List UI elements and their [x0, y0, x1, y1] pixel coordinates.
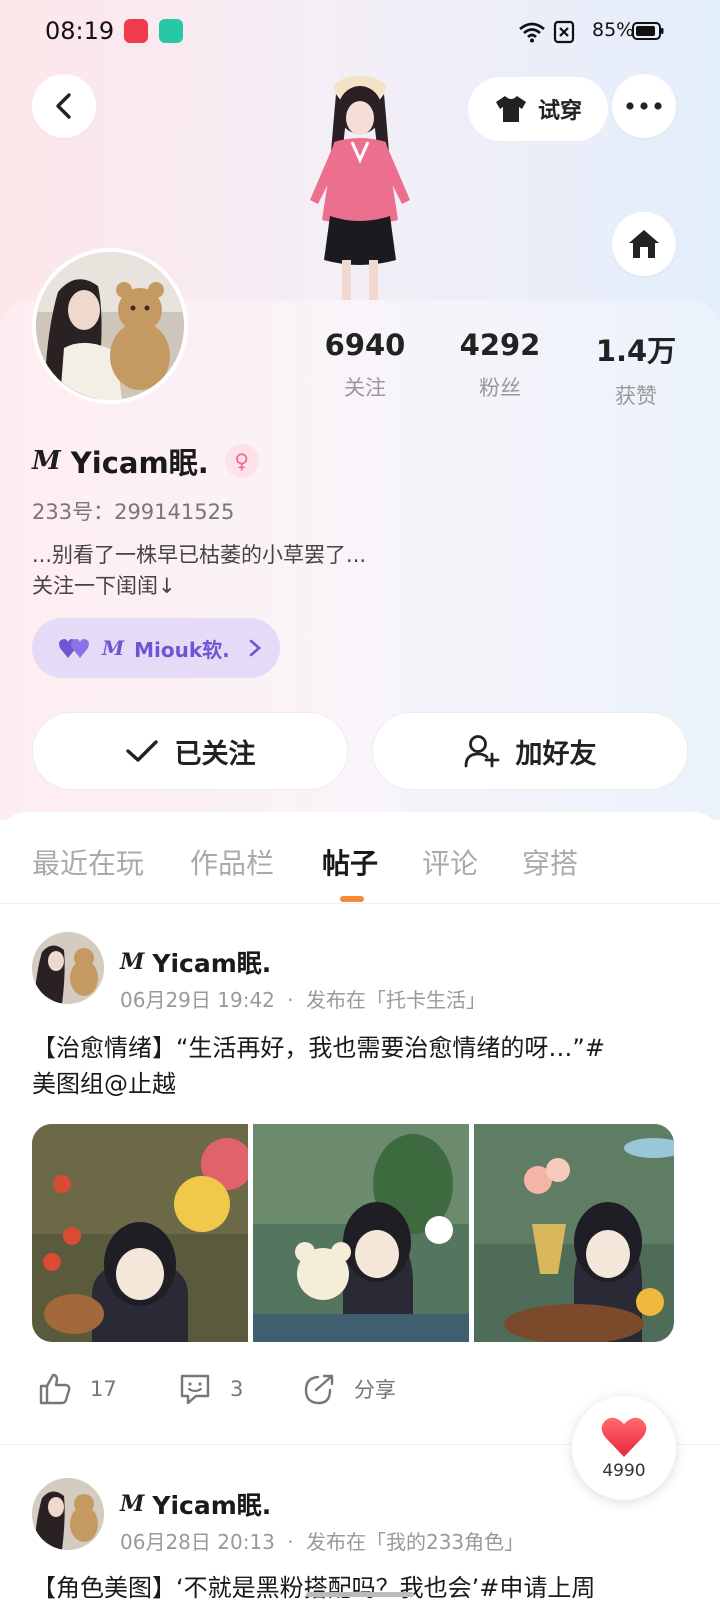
try-on-button[interactable]: 试穿	[468, 77, 608, 141]
post-author-name: Yicam眠.	[152, 949, 272, 978]
home-indicator-bar	[306, 1592, 414, 1597]
battery-icon	[632, 22, 664, 40]
comment-bubble-icon	[180, 1374, 210, 1405]
cp-script-prefix: M	[102, 636, 125, 660]
status-bar: 08:19 85%	[0, 0, 720, 64]
post-time: 06月28日 20:13	[120, 1530, 275, 1554]
add-user-icon	[464, 735, 499, 768]
battery-percent: 85%	[592, 19, 635, 41]
wifi-icon	[519, 22, 545, 43]
stat-fans[interactable]: 4292 粉丝	[440, 328, 560, 402]
profile-tabs: 最近在玩 作品栏 帖子 评论 穿搭	[0, 812, 720, 904]
sim-off-icon	[553, 20, 575, 44]
tab-works[interactable]: 作品栏	[190, 842, 274, 882]
tab-active-indicator	[340, 896, 364, 902]
avatar-character-figure	[310, 76, 410, 300]
post-published-in[interactable]: 发布在「我的233角色」	[306, 1530, 524, 1554]
profile-avatar[interactable]	[32, 248, 188, 404]
heart-icon	[601, 1417, 647, 1457]
share-icon	[304, 1374, 334, 1405]
post-image-3[interactable]	[474, 1124, 674, 1342]
add-friend-button[interactable]: 加好友	[372, 712, 688, 790]
following-label: 关注	[344, 376, 386, 400]
female-icon: ♀	[224, 444, 259, 478]
more-button[interactable]	[612, 74, 676, 138]
post-author-row[interactable]: M Yicam眠.	[120, 1486, 271, 1522]
bio-line-2: 关注一下闺闺↓	[32, 574, 176, 598]
tab-recently-played[interactable]: 最近在玩	[32, 842, 144, 882]
add-friend-label: 加好友	[515, 738, 597, 770]
post-author-script: M	[120, 949, 145, 975]
tab-posts[interactable]: 帖子	[322, 842, 378, 882]
post-avatar-photo	[32, 1478, 104, 1550]
try-on-label: 试穿	[537, 99, 582, 124]
profile-uid[interactable]: 233号：299141525	[32, 496, 234, 526]
post-comment-button[interactable]: 3	[178, 1372, 243, 1406]
profile-name-row: M Yicam眠. ♀	[32, 440, 259, 482]
floating-like-count: 4990	[602, 1461, 646, 1481]
post-comment-count: 3	[230, 1377, 244, 1401]
post-author-name: Yicam眠.	[152, 1491, 272, 1520]
post-author-avatar[interactable]	[32, 1478, 104, 1550]
tshirt-icon	[495, 96, 526, 122]
post-like-count: 17	[90, 1377, 117, 1401]
check-icon	[125, 740, 158, 762]
stat-following[interactable]: 6940 关注	[305, 328, 425, 402]
post-image-1[interactable]	[32, 1124, 248, 1342]
post-like-button[interactable]: 17	[38, 1372, 117, 1406]
fans-count: 4292	[459, 328, 541, 362]
following-count: 6940	[324, 328, 406, 362]
followed-label: 已关注	[174, 738, 256, 770]
fans-label: 粉丝	[479, 376, 521, 400]
more-dots-icon	[626, 102, 662, 110]
likes-received-count: 1.4万	[595, 334, 677, 368]
post-meta: 06月28日 20:13 · 发布在「我的233角色」	[120, 1526, 524, 1555]
status-time: 08:19	[45, 17, 115, 45]
floating-like-button[interactable]: 4990	[572, 1396, 676, 1500]
tab-outfits[interactable]: 穿搭	[522, 842, 578, 882]
name-script-prefix: M	[32, 446, 61, 476]
thumbs-up-icon	[39, 1373, 71, 1405]
post-image-2[interactable]	[253, 1124, 469, 1342]
post-text-line-1: 【治愈情绪】“生活再好，我也需要治愈情绪的呀…”#	[32, 1034, 605, 1062]
home-icon	[629, 230, 659, 258]
music-app-icon	[124, 19, 148, 43]
post-avatar-photo	[32, 932, 104, 1004]
chevron-right-icon	[249, 639, 261, 657]
bio-line-1: ...别看了一株早已枯萎的小草罢了...	[32, 543, 367, 567]
stat-likes[interactable]: 1.4万 获赞	[576, 328, 696, 410]
cp-relation-pill[interactable]: M Miouk软.	[32, 618, 280, 678]
meta-separator: ·	[287, 988, 294, 1012]
likes-received-label: 获赞	[615, 384, 657, 408]
post-share-button[interactable]: 分享	[302, 1372, 396, 1406]
post-author-script: M	[120, 1491, 145, 1517]
back-button[interactable]	[32, 74, 96, 138]
post-text-line-2: 美图组@止越	[32, 1070, 176, 1098]
post-author-row[interactable]: M Yicam眠.	[120, 944, 271, 980]
home-button[interactable]	[612, 212, 676, 276]
followed-button[interactable]: 已关注	[32, 712, 348, 790]
double-heart-icon	[59, 639, 89, 658]
avatar-photo	[36, 252, 184, 400]
chevron-left-icon	[56, 93, 71, 119]
chat-app-icon	[159, 19, 183, 43]
meta-separator: ·	[287, 1530, 294, 1554]
cp-name: Miouk软.	[134, 637, 230, 662]
post-time: 06月29日 19:42	[120, 988, 275, 1012]
post-text[interactable]: 【治愈情绪】“生活再好，我也需要治愈情绪的呀…”# 美图组@止越	[32, 1030, 692, 1102]
profile-name: Yicam眠.	[70, 446, 209, 480]
tab-comments[interactable]: 评论	[422, 842, 478, 882]
post-author-avatar[interactable]	[32, 932, 104, 1004]
post-published-in[interactable]: 发布在「托卡生活」	[306, 988, 486, 1012]
profile-bio: ...别看了一株早已枯萎的小草罢了... 关注一下闺闺↓	[32, 540, 366, 602]
post-meta: 06月29日 19:42 · 发布在「托卡生活」	[120, 984, 486, 1013]
post-share-label: 分享	[354, 1378, 396, 1402]
